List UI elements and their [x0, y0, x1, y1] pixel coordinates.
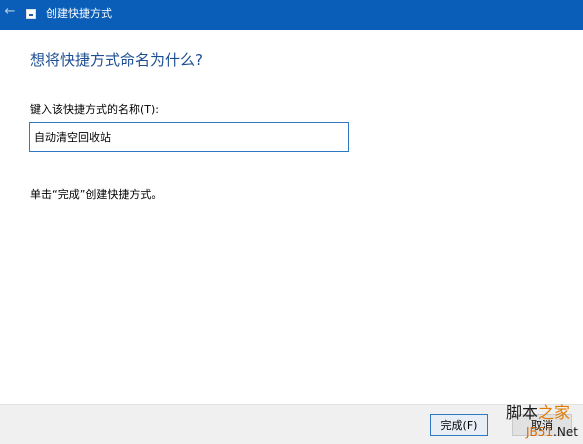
finish-hint: 单击“完成”创建快捷方式。 [30, 188, 163, 201]
cancel-button[interactable]: 取消 [512, 414, 572, 436]
back-arrow-icon[interactable]: ← [2, 3, 18, 21]
shortcut-name-input[interactable] [29, 122, 349, 152]
window-title: 创建快捷方式 [46, 7, 112, 20]
shortcut-icon [26, 9, 36, 19]
title-bar: ← 创建快捷方式 [0, 0, 583, 30]
shortcut-name-label: 键入该快捷方式的名称(T): [30, 103, 160, 116]
finish-button[interactable]: 完成(F) [430, 414, 488, 436]
footer-bar [0, 404, 583, 444]
page-heading: 想将快捷方式命名为什么? [30, 51, 203, 69]
